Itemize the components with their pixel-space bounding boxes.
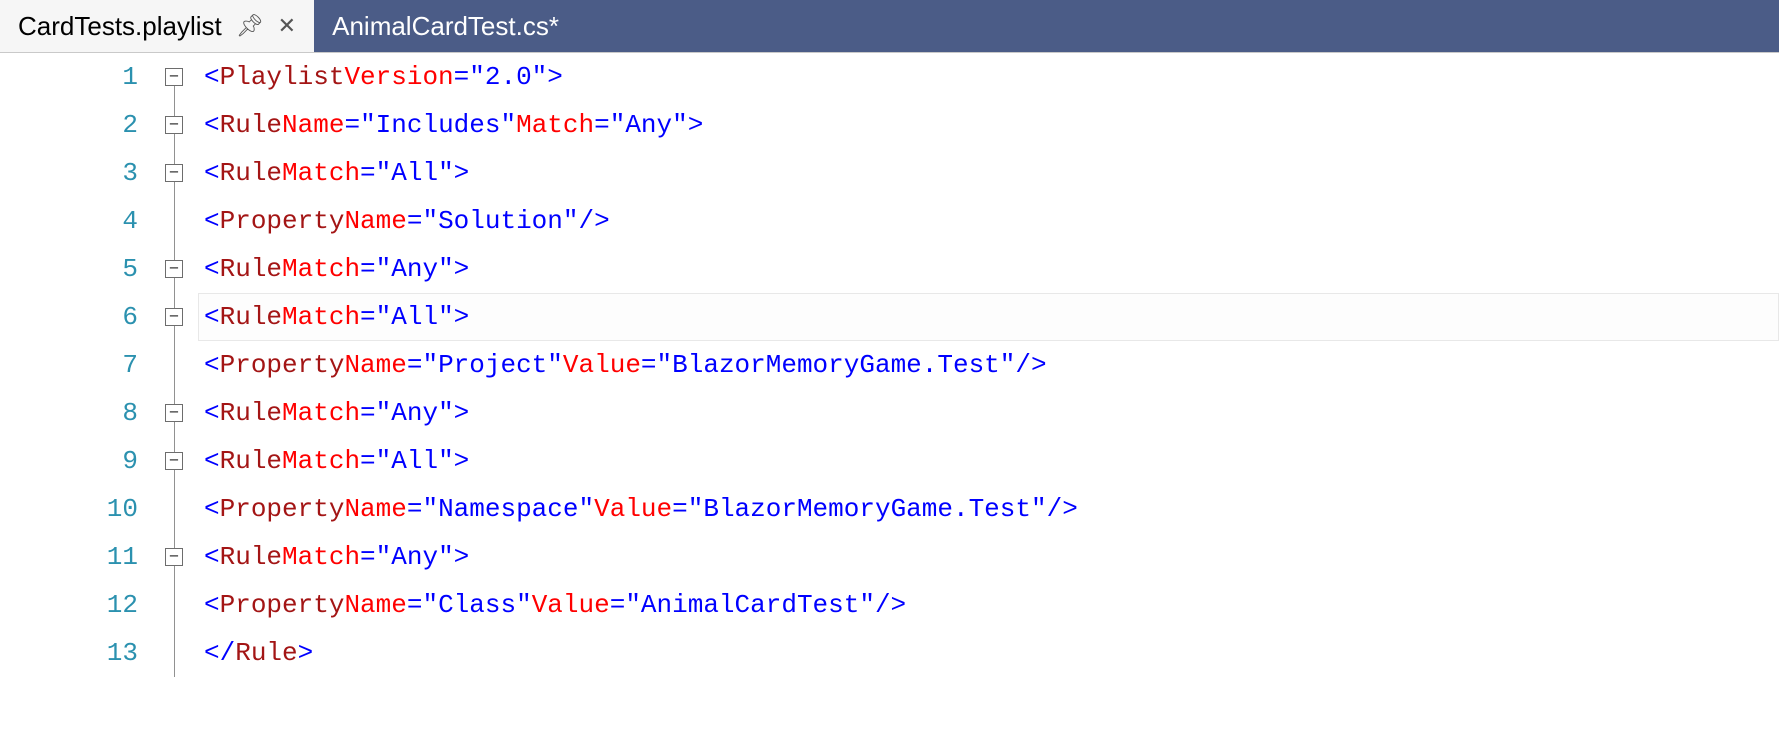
line-number: 6 [0,293,150,341]
fold-toggle-icon[interactable]: − [165,116,183,134]
code-line[interactable]: <Property Name="Solution" /> [198,197,1779,245]
fold-toggle-icon[interactable]: − [165,452,183,470]
code-line[interactable]: <Rule Match="All"> [198,437,1779,485]
code-area[interactable]: <Playlist Version="2.0"> <Rule Name="Inc… [198,53,1779,741]
tab-bar: CardTests.playlist 📌︎ ✕ AnimalCardTest.c… [0,0,1779,52]
fold-gutter[interactable]: − [150,389,198,437]
fold-toggle-icon[interactable]: − [165,260,183,278]
fold-toggle-icon[interactable]: − [165,404,183,422]
code-line[interactable]: <Property Name="Class" Value="AnimalCard… [198,581,1779,629]
fold-gutter[interactable]: − [150,53,198,101]
fold-toggle-icon[interactable]: − [165,548,183,566]
fold-toggle-icon[interactable]: − [165,68,183,86]
code-line[interactable]: <Rule Name="Includes" Match="Any"> [198,101,1779,149]
code-line[interactable]: <Rule Match="All"> [198,149,1779,197]
fold-gutter [150,581,198,629]
code-line[interactable]: <Rule Match="All"> [198,293,1779,341]
code-editor[interactable]: 1−2−3−45−6−78−9−1011−1213 <Playlist Vers… [0,52,1779,741]
line-number: 9 [0,437,150,485]
line-number: 10 [0,485,150,533]
fold-gutter[interactable]: − [150,437,198,485]
code-line[interactable]: <Rule Match="Any"> [198,533,1779,581]
tab-label: AnimalCardTest.cs* [332,11,559,42]
fold-gutter[interactable]: − [150,533,198,581]
pin-icon[interactable]: 📌︎ [236,13,264,39]
tab-label: CardTests.playlist [18,11,222,42]
code-line[interactable]: <Rule Match="Any"> [198,245,1779,293]
line-number: 12 [0,581,150,629]
code-line[interactable]: <Rule Match="Any"> [198,389,1779,437]
line-number: 11 [0,533,150,581]
fold-gutter[interactable]: − [150,293,198,341]
code-line[interactable]: <Playlist Version="2.0"> [198,53,1779,101]
fold-gutter[interactable]: − [150,245,198,293]
line-number: 4 [0,197,150,245]
fold-gutter [150,629,198,677]
code-line[interactable]: <Property Name="Project" Value="BlazorMe… [198,341,1779,389]
line-number: 1 [0,53,150,101]
fold-gutter[interactable]: − [150,101,198,149]
line-number: 2 [0,101,150,149]
fold-toggle-icon[interactable]: − [165,308,183,326]
line-number: 7 [0,341,150,389]
code-line[interactable]: </Rule> [198,629,1779,677]
line-number: 8 [0,389,150,437]
code-line[interactable]: <Property Name="Namespace" Value="Blazor… [198,485,1779,533]
fold-gutter [150,341,198,389]
line-number: 3 [0,149,150,197]
tab-cardtests-playlist[interactable]: CardTests.playlist 📌︎ ✕ [0,0,314,52]
line-number: 5 [0,245,150,293]
fold-gutter [150,485,198,533]
fold-gutter [150,197,198,245]
gutter: 1−2−3−45−6−78−9−1011−1213 [0,53,198,741]
line-number: 13 [0,629,150,677]
close-icon[interactable]: ✕ [278,13,296,39]
fold-gutter[interactable]: − [150,149,198,197]
tab-animalcardtest-cs[interactable]: AnimalCardTest.cs* [314,0,577,52]
fold-toggle-icon[interactable]: − [165,164,183,182]
